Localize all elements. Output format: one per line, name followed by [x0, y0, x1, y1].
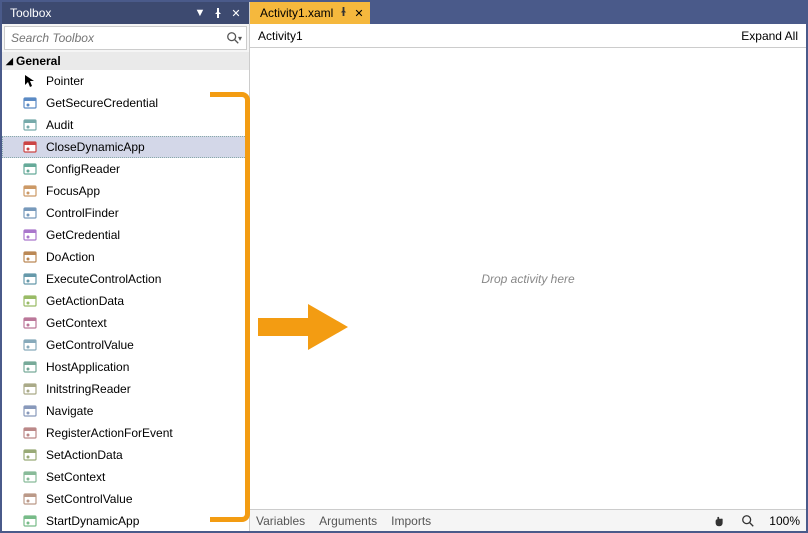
toolbox-header: Toolbox ▼ ✕ — [2, 2, 249, 24]
tool-item-getcontrolvalue[interactable]: GetControlValue — [2, 334, 249, 356]
drop-placeholder: Drop activity here — [481, 272, 574, 286]
tool-item-label: InitstringReader — [46, 382, 131, 396]
tool-item-getcontext[interactable]: GetContext — [2, 312, 249, 334]
tab-close-icon[interactable]: ✕ — [354, 7, 363, 20]
pan-icon[interactable] — [713, 514, 727, 528]
tab-activity1[interactable]: Activity1.xaml ✕ — [250, 2, 370, 24]
tool-item-label: CloseDynamicApp — [46, 140, 145, 154]
expand-triangle-icon: ◢ — [6, 56, 16, 67]
tool-item-label: SetActionData — [46, 448, 123, 462]
tool-item-label: ControlFinder — [46, 206, 119, 220]
tool-item-getsecurecredential[interactable]: GetSecureCredential — [2, 92, 249, 114]
tool-item-label: GetActionData — [46, 294, 124, 308]
tool-item-controlfinder[interactable]: ControlFinder — [2, 202, 249, 224]
getactiondata-icon — [22, 293, 38, 309]
close-icon[interactable]: ✕ — [227, 4, 245, 22]
tool-item-label: Audit — [46, 118, 73, 132]
getcontext-icon — [22, 315, 38, 331]
breadcrumb[interactable]: Activity1 — [258, 29, 741, 43]
toolbox-panel: Toolbox ▼ ✕ ▾ ◢ General Pointer GetSecure… — [2, 2, 250, 531]
tool-item-setactiondata[interactable]: SetActionData — [2, 444, 249, 466]
tab-label: Activity1.xaml — [260, 6, 333, 20]
tool-item-label: GetControlValue — [46, 338, 134, 352]
expand-all-button[interactable]: Expand All — [741, 29, 798, 43]
setactiondata-icon — [22, 447, 38, 463]
tool-item-label: Navigate — [46, 404, 93, 418]
tool-item-getactiondata[interactable]: GetActionData — [2, 290, 249, 312]
tool-item-configreader[interactable]: ConfigReader — [2, 158, 249, 180]
tool-item-pointer[interactable]: Pointer — [2, 70, 249, 92]
search-input[interactable] — [5, 31, 222, 45]
tool-item-navigate[interactable]: Navigate — [2, 400, 249, 422]
tool-item-label: DoAction — [46, 250, 95, 264]
search-icon[interactable]: ▾ — [222, 31, 246, 45]
tool-item-label: GetSecureCredential — [46, 96, 158, 110]
tool-item-executecontrolaction[interactable]: ExecuteControlAction — [2, 268, 249, 290]
toolbox-body: ◢ General Pointer GetSecureCredential Audi… — [2, 52, 249, 531]
tool-item-label: HostApplication — [46, 360, 129, 374]
controlfinder-icon — [22, 205, 38, 221]
tool-item-label: RegisterActionForEvent — [46, 426, 173, 440]
initstringreader-icon — [22, 381, 38, 397]
setcontext-icon — [22, 469, 38, 485]
setcontrolvalue-icon — [22, 491, 38, 507]
getsecurecredential-icon — [22, 95, 38, 111]
toolbox-title: Toolbox — [10, 6, 191, 20]
tool-item-label: StartDynamicApp — [46, 514, 139, 528]
tool-item-startdynamicapp[interactable]: StartDynamicApp — [2, 510, 249, 531]
hostapplication-icon — [22, 359, 38, 375]
focusapp-icon — [22, 183, 38, 199]
tool-item-doaction[interactable]: DoAction — [2, 246, 249, 268]
tool-item-setcontext[interactable]: SetContext — [2, 466, 249, 488]
tool-item-getcredential[interactable]: GetCredential — [2, 224, 249, 246]
tool-item-label: GetCredential — [46, 228, 120, 242]
configreader-icon — [22, 161, 38, 177]
tool-item-label: ConfigReader — [46, 162, 120, 176]
category-general[interactable]: ◢ General — [2, 52, 249, 70]
tool-item-label: SetControlValue — [46, 492, 133, 506]
zoom-level[interactable]: 100% — [769, 514, 800, 528]
tool-item-audit[interactable]: Audit — [2, 114, 249, 136]
pin-icon[interactable] — [209, 4, 227, 22]
tool-item-focusapp[interactable]: FocusApp — [2, 180, 249, 202]
doaction-icon — [22, 249, 38, 265]
getcontrolvalue-icon — [22, 337, 38, 353]
tool-item-label: GetContext — [46, 316, 107, 330]
tool-item-registeractionforevent[interactable]: RegisterActionForEvent — [2, 422, 249, 444]
tool-item-initstringreader[interactable]: InitstringReader — [2, 378, 249, 400]
editor-panel: Activity1.xaml ✕ Activity1 Expand All Dr… — [250, 2, 806, 531]
tool-item-setcontrolvalue[interactable]: SetControlValue — [2, 488, 249, 510]
tool-item-label: Pointer — [46, 74, 84, 88]
navigate-icon — [22, 403, 38, 419]
variables-link[interactable]: Variables — [256, 514, 305, 528]
imports-link[interactable]: Imports — [391, 514, 431, 528]
registeractionforevent-icon — [22, 425, 38, 441]
tool-item-hostapplication[interactable]: HostApplication — [2, 356, 249, 378]
zoom-icon[interactable] — [741, 514, 755, 528]
tool-item-label: FocusApp — [46, 184, 100, 198]
tab-pin-icon[interactable] — [339, 7, 348, 19]
arguments-link[interactable]: Arguments — [319, 514, 377, 528]
pointer-icon — [22, 73, 38, 89]
designer-surface[interactable]: Drop activity here — [250, 48, 806, 509]
breadcrumb-row: Activity1 Expand All — [250, 24, 806, 48]
category-label: General — [16, 54, 61, 68]
getcredential-icon — [22, 227, 38, 243]
audit-icon — [22, 117, 38, 133]
tab-bar: Activity1.xaml ✕ — [250, 2, 806, 24]
closedynamicapp-icon — [22, 139, 38, 155]
executecontrolaction-icon — [22, 271, 38, 287]
tool-item-label: ExecuteControlAction — [46, 272, 161, 286]
startdynamicapp-icon — [22, 513, 38, 529]
tool-item-closedynamicapp[interactable]: CloseDynamicApp — [2, 136, 249, 158]
window-position-dropdown[interactable]: ▼ — [191, 4, 209, 22]
tool-item-label: SetContext — [46, 470, 105, 484]
toolbox-search: ▾ — [4, 26, 247, 50]
bottom-bar: Variables Arguments Imports 100% — [250, 509, 806, 531]
